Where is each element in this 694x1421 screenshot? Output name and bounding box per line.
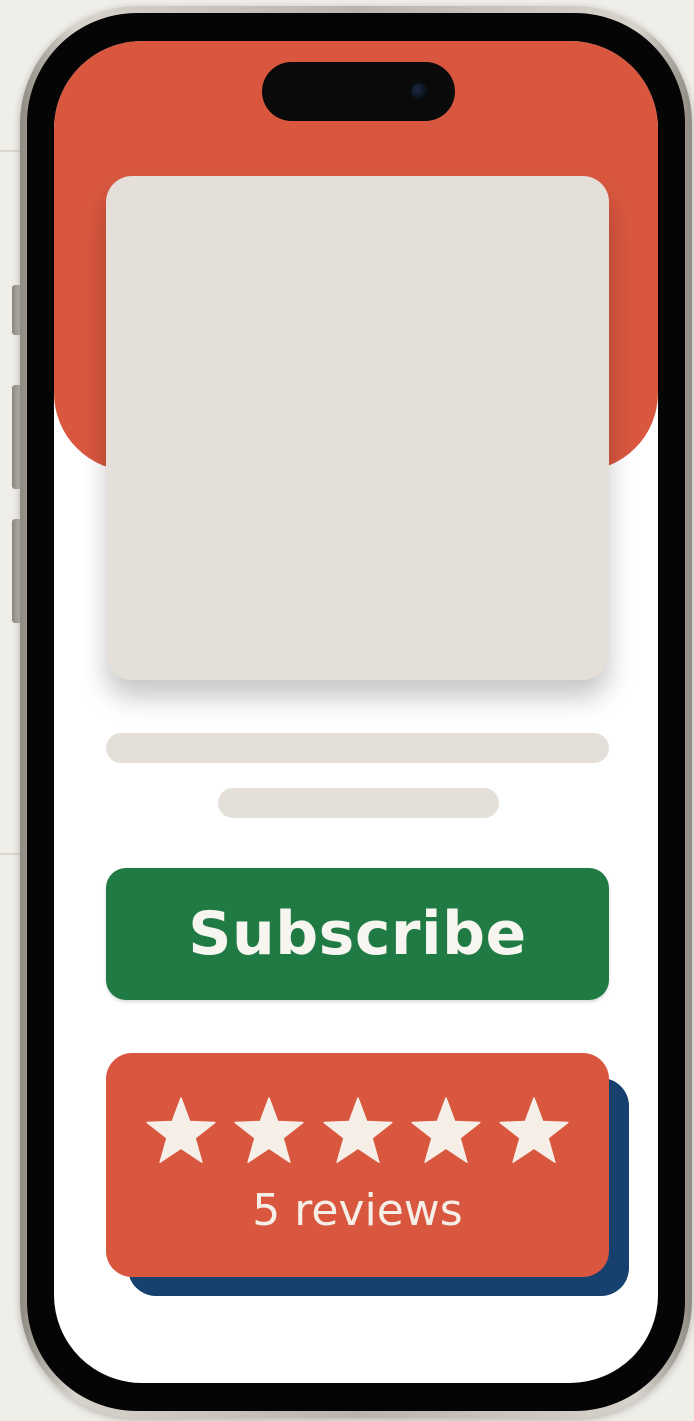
star-icon (146, 1097, 216, 1163)
star-icon (499, 1097, 569, 1163)
dynamic-island (262, 62, 455, 121)
star-icon (411, 1097, 481, 1163)
star-rating (144, 1095, 571, 1169)
subscribe-button[interactable]: Subscribe (106, 868, 609, 1000)
subtitle-placeholder (218, 788, 499, 818)
reviews-count: 5 reviews (252, 1185, 463, 1236)
phone-screen: Subscribe 5 reviews (54, 41, 658, 1383)
star-icon (234, 1097, 304, 1163)
star-icon (322, 1097, 393, 1163)
camera-icon (411, 83, 427, 99)
background-line (0, 853, 22, 855)
reviews-card[interactable]: 5 reviews (106, 1053, 609, 1277)
background-line (0, 150, 22, 152)
image-placeholder (106, 176, 609, 680)
title-placeholder (106, 733, 609, 763)
